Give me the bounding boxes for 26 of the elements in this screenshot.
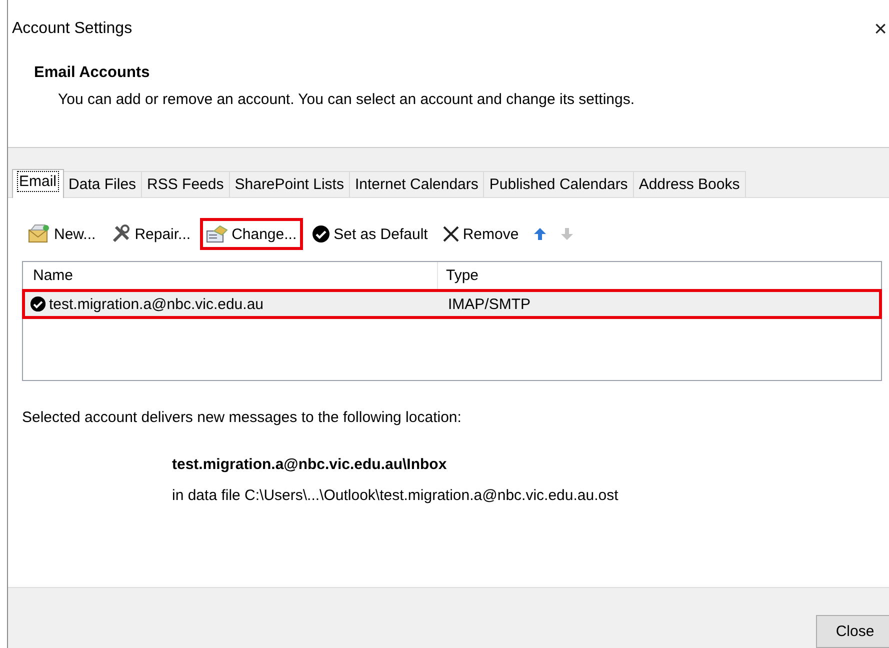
column-header[interactable]: Name	[23, 267, 437, 284]
tab[interactable]: Address Books	[632, 171, 746, 198]
account-row[interactable]: test.migration.a@nbc.vic.edu.au IMAP/SMTP	[22, 289, 882, 319]
toolbar-button[interactable]: New...	[22, 218, 102, 250]
section-description: You can add or remove an account. You can select an account and change its settings.	[57, 90, 636, 108]
table-cell: test.migration.a@nbc.vic.edu.au	[49, 296, 264, 312]
close-button[interactable]: ×	[874, 18, 889, 40]
check-circle-icon	[312, 225, 330, 243]
card-icon	[206, 224, 228, 244]
down-arrow-icon	[560, 228, 573, 240]
toolbar-button[interactable]: Remove	[436, 220, 525, 248]
tools-icon	[110, 224, 131, 244]
close-icon	[442, 226, 459, 242]
delivery-text: Selected account delivers new messages to the following location:	[22, 409, 462, 426]
toolbar-button[interactable]: Repair...	[104, 218, 197, 250]
envelope-icon	[28, 224, 50, 244]
up-arrow-icon	[534, 228, 546, 240]
close-button[interactable]: Close	[816, 615, 889, 648]
table-cell-text: IMAP/SMTP	[447, 296, 532, 312]
data-file-path: in data file C:\Users\...\Outlook\test.migration.a@nbc.vic.edu.au.ost	[172, 487, 620, 504]
toolbar-button[interactable]: Set as Default	[306, 219, 434, 249]
delivery-location: test.migration.a@nbc.vic.edu.au\Inbox	[172, 456, 448, 473]
section-title: Email Accounts	[33, 63, 151, 82]
toolbar-button[interactable]: Change...	[200, 218, 303, 250]
tab[interactable]: Email	[12, 169, 64, 198]
window-title: Account Settings	[12, 20, 132, 38]
